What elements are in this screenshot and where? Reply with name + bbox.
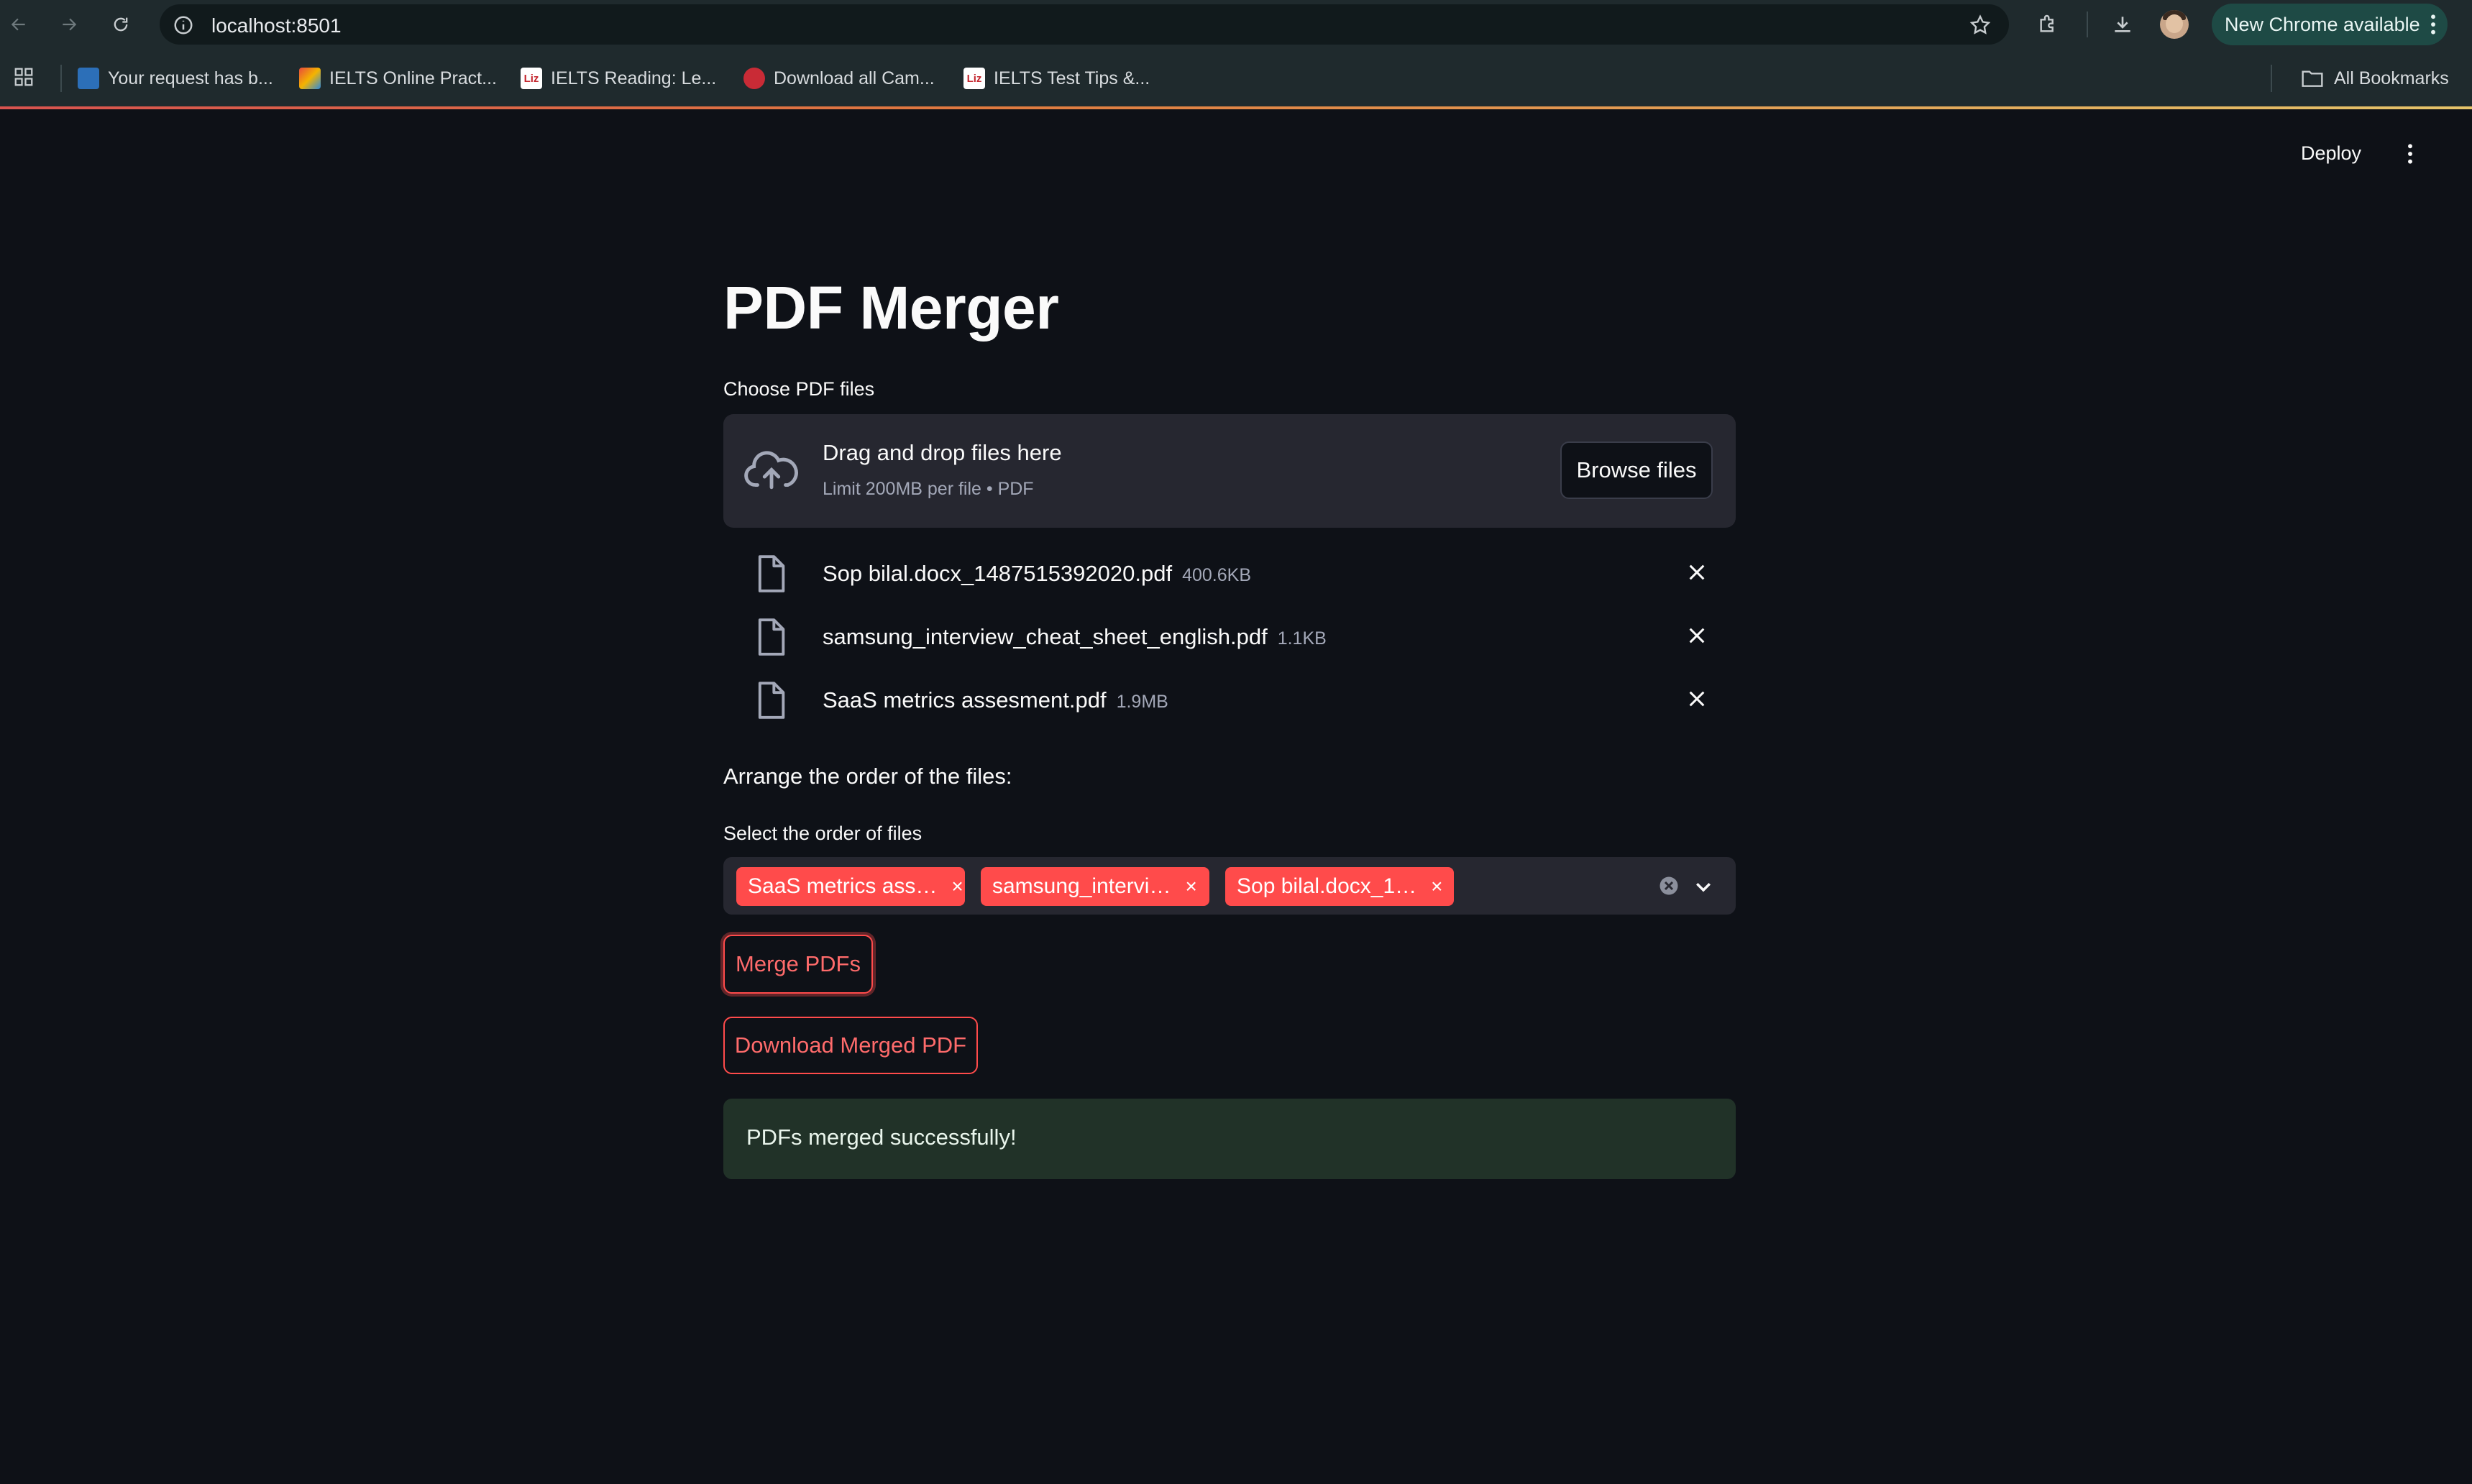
file-name: samsung_interview_cheat_sheet_english.pd… bbox=[823, 624, 1327, 650]
file-size: 400.6KB bbox=[1182, 565, 1252, 585]
file-icon bbox=[758, 618, 785, 656]
selected-file-chip[interactable]: SaaS metrics ass… × bbox=[736, 867, 965, 906]
reload-button[interactable] bbox=[106, 10, 135, 39]
chip-label: SaaS metrics ass… bbox=[748, 874, 938, 898]
downloads-button[interactable] bbox=[2107, 9, 2138, 40]
site-info-icon[interactable] bbox=[173, 14, 194, 36]
globe-favicon-icon bbox=[78, 68, 99, 89]
browse-files-button[interactable]: Browse files bbox=[1560, 441, 1713, 499]
url-text: localhost:8501 bbox=[211, 14, 342, 37]
extensions-button[interactable] bbox=[2032, 9, 2064, 40]
uploaded-file-row: SaaS metrics assesment.pdf 1.9MB bbox=[723, 670, 1736, 728]
dropzone-limit: Limit 200MB per file • PDF bbox=[823, 479, 1034, 499]
liz-favicon-icon: Liz bbox=[521, 68, 542, 89]
loading-accent-line bbox=[0, 106, 2472, 109]
deploy-button[interactable]: Deploy bbox=[2301, 142, 2361, 165]
liz-favicon-icon: Liz bbox=[963, 68, 985, 89]
file-dropzone[interactable]: Drag and drop files here Limit 200MB per… bbox=[723, 414, 1736, 528]
main-menu-icon[interactable] bbox=[2406, 142, 2414, 165]
bookmark-item[interactable]: Liz IELTS Test Tips &... bbox=[963, 65, 1150, 92]
remove-file-icon[interactable] bbox=[1687, 562, 1707, 582]
puzzle-icon bbox=[2040, 14, 2054, 32]
uploaded-file-row: samsung_interview_cheat_sheet_english.pd… bbox=[723, 607, 1736, 664]
update-label: New Chrome available bbox=[2225, 13, 2420, 35]
apps-grid-icon[interactable] bbox=[13, 66, 35, 88]
all-bookmarks-button[interactable]: All Bookmarks bbox=[2301, 65, 2449, 92]
browser-toolbar: localhost:8501 New Chrome available bbox=[0, 0, 2472, 49]
chip-remove-icon[interactable]: × bbox=[1431, 875, 1442, 898]
back-button[interactable] bbox=[4, 10, 33, 39]
file-size: 1.1KB bbox=[1277, 628, 1327, 649]
chip-label: samsung_intervi… bbox=[992, 874, 1171, 898]
download-merged-button[interactable]: Download Merged PDF bbox=[723, 1017, 978, 1074]
reload-icon bbox=[114, 17, 128, 32]
chip-remove-icon[interactable]: × bbox=[951, 875, 963, 898]
chrome-menu-icon[interactable] bbox=[2429, 13, 2437, 36]
uploaded-file-row: Sop bilal.docx_1487515392020.pdf 400.6KB bbox=[723, 544, 1736, 601]
dropzone-title: Drag and drop files here bbox=[823, 440, 1062, 465]
forward-button[interactable] bbox=[55, 10, 83, 39]
file-name-text: Sop bilal.docx_1487515392020.pdf bbox=[823, 561, 1173, 586]
folder-icon bbox=[2302, 70, 2323, 87]
file-icon bbox=[758, 555, 785, 592]
ielts-favicon-icon bbox=[299, 68, 321, 89]
bookmarks-bar: Your request has b... IELTS Online Pract… bbox=[0, 49, 2472, 108]
file-name-text: SaaS metrics assesment.pdf bbox=[823, 687, 1107, 713]
chip-label: Sop bilal.docx_1… bbox=[1237, 874, 1417, 898]
bookmark-label: Download all Cam... bbox=[774, 68, 935, 88]
bookmark-item[interactable]: IELTS Online Pract... bbox=[299, 65, 497, 92]
order-select-label: Select the order of files bbox=[723, 823, 923, 844]
bookmark-label: IELTS Online Pract... bbox=[329, 68, 497, 88]
merge-pdfs-button[interactable]: Merge PDFs bbox=[723, 935, 873, 994]
arrow-right-icon bbox=[63, 18, 77, 31]
file-icon bbox=[758, 682, 785, 719]
profile-avatar[interactable] bbox=[2160, 10, 2189, 39]
success-alert: PDFs merged successfully! bbox=[723, 1099, 1736, 1179]
bookmark-item[interactable]: Your request has b... bbox=[78, 65, 273, 92]
arrange-heading: Arrange the order of the files: bbox=[723, 764, 1012, 789]
chip-remove-icon[interactable]: × bbox=[1185, 875, 1196, 898]
bookmark-label: IELTS Test Tips &... bbox=[994, 68, 1150, 88]
avatar-face bbox=[2166, 14, 2183, 33]
file-name-text: samsung_interview_cheat_sheet_english.pd… bbox=[823, 624, 1268, 649]
selected-file-chip[interactable]: samsung_intervi… × bbox=[981, 867, 1209, 906]
bookmark-item[interactable]: Liz IELTS Reading: Le... bbox=[521, 65, 716, 92]
arrow-left-icon bbox=[11, 18, 25, 31]
bookmark-label: IELTS Reading: Le... bbox=[551, 68, 717, 88]
file-name: Sop bilal.docx_1487515392020.pdf 400.6KB bbox=[823, 561, 1251, 587]
chrome-update-chip[interactable]: New Chrome available bbox=[2212, 4, 2448, 45]
page-title: PDF Merger bbox=[723, 274, 1059, 342]
red-favicon-icon bbox=[743, 68, 765, 89]
toolbar-divider bbox=[2087, 12, 2088, 37]
uploader-label: Choose PDF files bbox=[723, 378, 875, 400]
file-name: SaaS metrics assesment.pdf 1.9MB bbox=[823, 687, 1168, 713]
all-bookmarks-label: All Bookmarks bbox=[2334, 68, 2449, 88]
cloud-upload-icon bbox=[744, 451, 798, 490]
bookmarks-divider bbox=[60, 65, 62, 92]
remove-file-icon[interactable] bbox=[1687, 626, 1707, 646]
file-size: 1.9MB bbox=[1116, 692, 1168, 712]
download-icon bbox=[2115, 17, 2130, 32]
clear-all-icon[interactable] bbox=[1658, 875, 1680, 897]
address-bar[interactable]: localhost:8501 bbox=[160, 4, 2009, 45]
selected-file-chip[interactable]: Sop bilal.docx_1… × bbox=[1225, 867, 1454, 906]
order-multiselect[interactable]: SaaS metrics ass… × samsung_intervi… × S… bbox=[723, 857, 1736, 915]
remove-file-icon[interactable] bbox=[1687, 689, 1707, 709]
bookmark-label: Your request has b... bbox=[108, 68, 273, 88]
bookmark-star-icon[interactable] bbox=[1969, 14, 1992, 37]
bookmarks-divider bbox=[2271, 65, 2272, 92]
chevron-down-icon[interactable] bbox=[1693, 876, 1714, 897]
bookmark-item[interactable]: Download all Cam... bbox=[743, 65, 935, 92]
